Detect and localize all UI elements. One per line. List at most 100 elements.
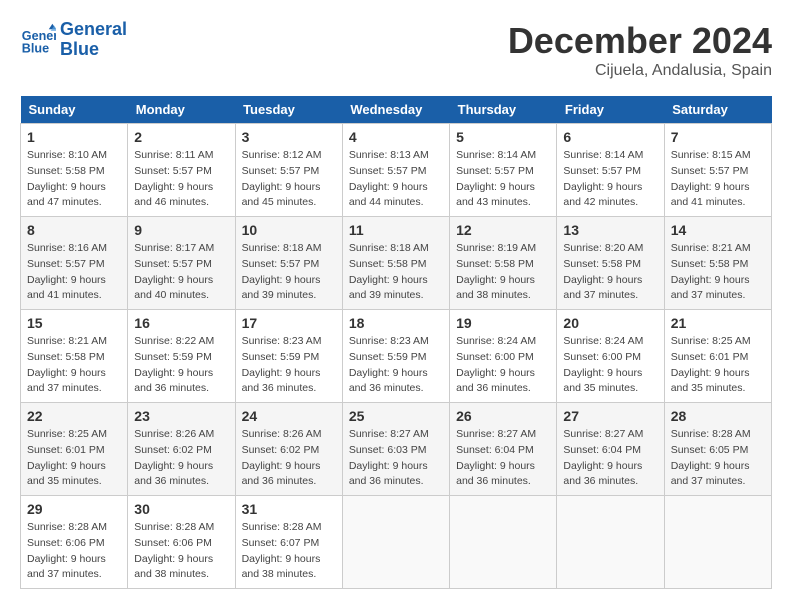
calendar-cell: 2Sunrise: 8:11 AM Sunset: 5:57 PM Daylig…	[128, 124, 235, 217]
location-subtitle: Cijuela, Andalusia, Spain	[508, 62, 772, 80]
calendar-cell: 1Sunrise: 8:10 AM Sunset: 5:58 PM Daylig…	[21, 124, 128, 217]
month-title: December 2024	[508, 20, 772, 62]
day-info: Sunrise: 8:17 AM Sunset: 5:57 PM Dayligh…	[134, 241, 228, 304]
calendar-cell: 14Sunrise: 8:21 AM Sunset: 5:58 PM Dayli…	[664, 217, 771, 310]
day-number: 11	[349, 222, 443, 238]
day-number: 25	[349, 408, 443, 424]
day-number: 30	[134, 501, 228, 517]
calendar-cell: 13 Sunrise: 8:20 AM Sunset: 5:58 PM Dayli…	[557, 217, 664, 310]
day-number: 13	[563, 222, 657, 238]
day-number: 8	[27, 222, 121, 238]
day-info: Sunrise: 8:27 AM Sunset: 6:04 PM Dayligh…	[563, 427, 657, 490]
calendar-cell: 9 Sunrise: 8:17 AM Sunset: 5:57 PM Daylig…	[128, 217, 235, 310]
calendar-week-row: 22 Sunrise: 8:25 AM Sunset: 6:01 PM Dayli…	[21, 403, 772, 496]
calendar-cell: 17Sunrise: 8:23 AM Sunset: 5:59 PM Dayli…	[235, 310, 342, 403]
day-info: Sunrise: 8:16 AM Sunset: 5:57 PM Dayligh…	[27, 241, 121, 304]
day-number: 9	[134, 222, 228, 238]
day-info: Sunrise: 8:14 AM Sunset: 5:57 PM Dayligh…	[563, 148, 657, 211]
day-info: Sunrise: 8:25 AM Sunset: 6:01 PM Dayligh…	[671, 334, 765, 397]
day-info: Sunrise: 8:15 AM Sunset: 5:57 PM Dayligh…	[671, 148, 765, 211]
weekday-header-wednesday: Wednesday	[342, 96, 449, 124]
calendar-cell: 15Sunrise: 8:21 AM Sunset: 5:58 PM Dayli…	[21, 310, 128, 403]
day-info: Sunrise: 8:25 AM Sunset: 6:01 PM Dayligh…	[27, 427, 121, 490]
calendar-cell: 23 Sunrise: 8:26 AM Sunset: 6:02 PM Dayli…	[128, 403, 235, 496]
calendar-cell	[450, 496, 557, 589]
calendar-table: SundayMondayTuesdayWednesdayThursdayFrid…	[20, 96, 772, 589]
calendar-week-row: 1Sunrise: 8:10 AM Sunset: 5:58 PM Daylig…	[21, 124, 772, 217]
day-number: 18	[349, 315, 443, 331]
day-number: 31	[242, 501, 336, 517]
calendar-cell: 29 Sunrise: 8:28 AM Sunset: 6:06 PM Dayli…	[21, 496, 128, 589]
calendar-week-row: 15Sunrise: 8:21 AM Sunset: 5:58 PM Dayli…	[21, 310, 772, 403]
calendar-cell: 22 Sunrise: 8:25 AM Sunset: 6:01 PM Dayli…	[21, 403, 128, 496]
day-number: 28	[671, 408, 765, 424]
day-info: Sunrise: 8:21 AM Sunset: 5:58 PM Dayligh…	[671, 241, 765, 304]
calendar-cell	[557, 496, 664, 589]
calendar-cell: 19 Sunrise: 8:24 AM Sunset: 6:00 PM Dayli…	[450, 310, 557, 403]
day-info: Sunrise: 8:24 AM Sunset: 6:00 PM Dayligh…	[456, 334, 550, 397]
day-number: 15	[27, 315, 121, 331]
day-number: 5	[456, 129, 550, 145]
calendar-cell: 24 Sunrise: 8:26 AM Sunset: 6:02 PM Dayli…	[235, 403, 342, 496]
svg-text:Blue: Blue	[22, 41, 49, 55]
calendar-week-row: 8 Sunrise: 8:16 AM Sunset: 5:57 PM Daylig…	[21, 217, 772, 310]
day-number: 7	[671, 129, 765, 145]
weekday-header-friday: Friday	[557, 96, 664, 124]
day-number: 16	[134, 315, 228, 331]
day-number: 23	[134, 408, 228, 424]
calendar-cell: 27 Sunrise: 8:27 AM Sunset: 6:04 PM Dayli…	[557, 403, 664, 496]
weekday-header-tuesday: Tuesday	[235, 96, 342, 124]
day-info: Sunrise: 8:27 AM Sunset: 6:03 PM Dayligh…	[349, 427, 443, 490]
day-info: Sunrise: 8:24 AM Sunset: 6:00 PM Dayligh…	[563, 334, 657, 397]
day-number: 22	[27, 408, 121, 424]
day-info: Sunrise: 8:28 AM Sunset: 6:06 PM Dayligh…	[27, 520, 121, 583]
day-info: Sunrise: 8:10 AM Sunset: 5:58 PM Dayligh…	[27, 148, 121, 211]
logo: General Blue General Blue	[20, 20, 127, 60]
day-info: Sunrise: 8:19 AM Sunset: 5:58 PM Dayligh…	[456, 241, 550, 304]
weekday-header-monday: Monday	[128, 96, 235, 124]
day-info: Sunrise: 8:14 AM Sunset: 5:57 PM Dayligh…	[456, 148, 550, 211]
day-info: Sunrise: 8:13 AM Sunset: 5:57 PM Dayligh…	[349, 148, 443, 211]
day-info: Sunrise: 8:11 AM Sunset: 5:57 PM Dayligh…	[134, 148, 228, 211]
day-number: 29	[27, 501, 121, 517]
calendar-cell: 31 Sunrise: 8:28 AM Sunset: 6:07 PM Dayli…	[235, 496, 342, 589]
calendar-cell: 16 Sunrise: 8:22 AM Sunset: 5:59 PM Dayli…	[128, 310, 235, 403]
day-number: 6	[563, 129, 657, 145]
day-number: 24	[242, 408, 336, 424]
day-number: 4	[349, 129, 443, 145]
calendar-week-row: 29 Sunrise: 8:28 AM Sunset: 6:06 PM Dayli…	[21, 496, 772, 589]
day-info: Sunrise: 8:12 AM Sunset: 5:57 PM Dayligh…	[242, 148, 336, 211]
calendar-cell: 30 Sunrise: 8:28 AM Sunset: 6:06 PM Dayli…	[128, 496, 235, 589]
calendar-cell: 3Sunrise: 8:12 AM Sunset: 5:57 PM Daylig…	[235, 124, 342, 217]
calendar-cell: 10 Sunrise: 8:18 AM Sunset: 5:57 PM Dayli…	[235, 217, 342, 310]
weekday-header-sunday: Sunday	[21, 96, 128, 124]
day-info: Sunrise: 8:23 AM Sunset: 5:59 PM Dayligh…	[242, 334, 336, 397]
weekday-header-row: SundayMondayTuesdayWednesdayThursdayFrid…	[21, 96, 772, 124]
calendar-cell	[664, 496, 771, 589]
day-info: Sunrise: 8:28 AM Sunset: 6:06 PM Dayligh…	[134, 520, 228, 583]
calendar-cell: 12Sunrise: 8:19 AM Sunset: 5:58 PM Dayli…	[450, 217, 557, 310]
day-info: Sunrise: 8:28 AM Sunset: 6:07 PM Dayligh…	[242, 520, 336, 583]
calendar-cell: 26 Sunrise: 8:27 AM Sunset: 6:04 PM Dayli…	[450, 403, 557, 496]
weekday-header-thursday: Thursday	[450, 96, 557, 124]
day-number: 19	[456, 315, 550, 331]
calendar-cell: 7 Sunrise: 8:15 AM Sunset: 5:57 PM Daylig…	[664, 124, 771, 217]
day-info: Sunrise: 8:20 AM Sunset: 5:58 PM Dayligh…	[563, 241, 657, 304]
calendar-cell: 18 Sunrise: 8:23 AM Sunset: 5:59 PM Dayli…	[342, 310, 449, 403]
day-number: 10	[242, 222, 336, 238]
day-number: 27	[563, 408, 657, 424]
day-number: 26	[456, 408, 550, 424]
weekday-header-saturday: Saturday	[664, 96, 771, 124]
title-area: December 2024 Cijuela, Andalusia, Spain	[508, 20, 772, 80]
day-info: Sunrise: 8:23 AM Sunset: 5:59 PM Dayligh…	[349, 334, 443, 397]
calendar-cell: 8 Sunrise: 8:16 AM Sunset: 5:57 PM Daylig…	[21, 217, 128, 310]
calendar-cell: 6 Sunrise: 8:14 AM Sunset: 5:57 PM Daylig…	[557, 124, 664, 217]
day-info: Sunrise: 8:26 AM Sunset: 6:02 PM Dayligh…	[242, 427, 336, 490]
calendar-cell: 28Sunrise: 8:28 AM Sunset: 6:05 PM Dayli…	[664, 403, 771, 496]
calendar-cell: 4 Sunrise: 8:13 AM Sunset: 5:57 PM Daylig…	[342, 124, 449, 217]
day-number: 21	[671, 315, 765, 331]
day-info: Sunrise: 8:26 AM Sunset: 6:02 PM Dayligh…	[134, 427, 228, 490]
day-info: Sunrise: 8:27 AM Sunset: 6:04 PM Dayligh…	[456, 427, 550, 490]
day-info: Sunrise: 8:18 AM Sunset: 5:57 PM Dayligh…	[242, 241, 336, 304]
day-info: Sunrise: 8:22 AM Sunset: 5:59 PM Dayligh…	[134, 334, 228, 397]
